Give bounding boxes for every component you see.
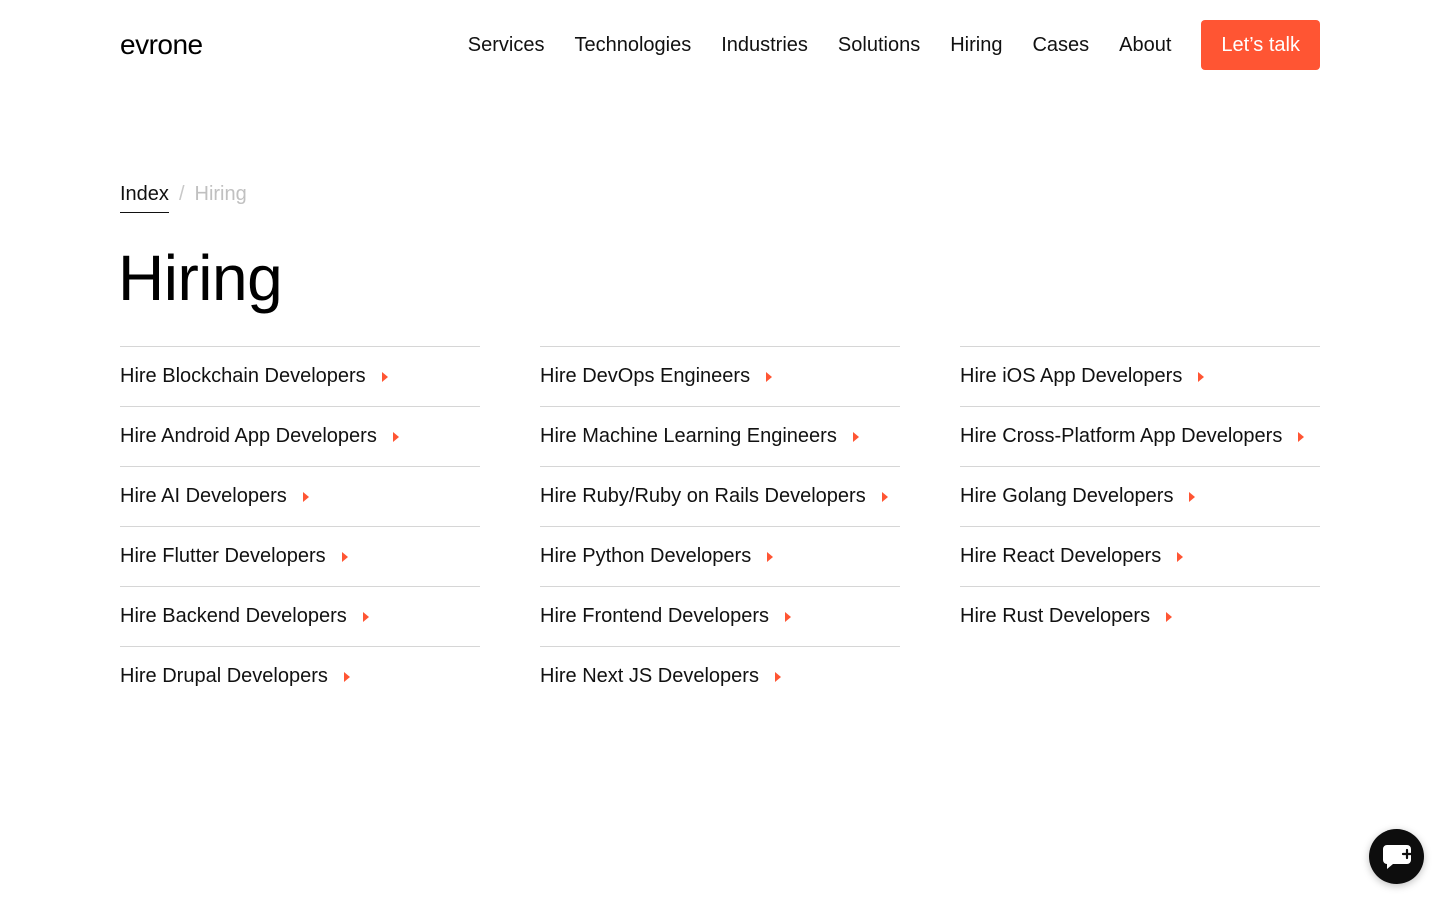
- caret-right-icon: [362, 611, 369, 622]
- hire-link-label: Hire Android App Developers: [120, 425, 377, 447]
- hire-link-item[interactable]: Hire Python Developers: [540, 526, 900, 586]
- caret-right-icon: [341, 551, 348, 562]
- caret-right-icon: [381, 371, 388, 382]
- caret-right-icon: [1189, 491, 1196, 502]
- hire-link-label: Hire Flutter Developers: [120, 545, 326, 567]
- chat-bubble-icon: [1382, 844, 1412, 869]
- logo[interactable]: evrone: [120, 31, 203, 59]
- hire-link-item[interactable]: Hire Flutter Developers: [120, 526, 480, 586]
- main-nav: Services Technologies Industries Solutio…: [468, 20, 1320, 70]
- hire-link-item[interactable]: Hire Blockchain Developers: [120, 346, 480, 406]
- nav-item-industries[interactable]: Industries: [721, 34, 808, 57]
- chat-widget-button[interactable]: [1369, 829, 1424, 884]
- hire-link-item[interactable]: Hire Next JS Developers: [540, 646, 900, 706]
- hire-link-item[interactable]: Hire Rust Developers: [960, 586, 1320, 646]
- caret-right-icon: [392, 431, 399, 442]
- caret-right-icon: [343, 671, 350, 682]
- hire-link-label: Hire Backend Developers: [120, 605, 347, 627]
- caret-right-icon: [302, 491, 309, 502]
- nav-item-solutions[interactable]: Solutions: [838, 34, 920, 57]
- hire-link-item[interactable]: Hire Android App Developers: [120, 406, 480, 466]
- nav-item-services[interactable]: Services: [468, 34, 545, 57]
- hire-link-item[interactable]: Hire AI Developers: [120, 466, 480, 526]
- breadcrumb-index-link[interactable]: Index: [120, 182, 169, 213]
- hire-link-item[interactable]: Hire React Developers: [960, 526, 1320, 586]
- nav-item-technologies[interactable]: Technologies: [574, 34, 691, 57]
- hire-link-label: Hire Next JS Developers: [540, 665, 759, 687]
- caret-right-icon: [852, 431, 859, 442]
- hire-link-item[interactable]: Hire Cross-Platform App Developers: [960, 406, 1320, 466]
- hire-link-item[interactable]: Hire iOS App Developers: [960, 346, 1320, 406]
- hire-link-label: Hire React Developers: [960, 545, 1162, 567]
- hire-link-label: Hire Golang Developers: [960, 485, 1174, 507]
- caret-right-icon: [767, 551, 774, 562]
- breadcrumb: Index / Hiring: [120, 182, 247, 213]
- hire-link-item[interactable]: Hire Backend Developers: [120, 586, 480, 646]
- caret-right-icon: [1198, 371, 1205, 382]
- caret-right-icon: [766, 371, 773, 382]
- nav-item-cases[interactable]: Cases: [1032, 34, 1089, 57]
- site-header: evrone Services Technologies Industries …: [120, 20, 1320, 70]
- hire-link-label: Hire Rust Developers: [960, 605, 1151, 627]
- caret-right-icon: [881, 491, 888, 502]
- hire-link-label: Hire iOS App Developers: [960, 365, 1183, 387]
- hire-link-label: Hire Python Developers: [540, 545, 752, 567]
- hire-link-item[interactable]: Hire Ruby/Ruby on Rails Developers: [540, 466, 900, 526]
- caret-right-icon: [1177, 551, 1184, 562]
- caret-right-icon: [774, 671, 781, 682]
- hire-link-label: Hire Cross-Platform App Developers: [960, 425, 1283, 447]
- caret-right-icon: [1298, 431, 1305, 442]
- links-column-2: Hire DevOps Engineers Hire Machine Learn…: [540, 346, 900, 706]
- hire-link-item[interactable]: Hire Machine Learning Engineers: [540, 406, 900, 466]
- hire-link-item[interactable]: Hire DevOps Engineers: [540, 346, 900, 406]
- caret-right-icon: [785, 611, 791, 622]
- hire-link-item[interactable]: Hire Drupal Developers: [120, 646, 480, 706]
- hire-link-item[interactable]: Hire Golang Developers: [960, 466, 1320, 526]
- breadcrumb-current: Hiring: [194, 183, 247, 205]
- nav-item-hiring[interactable]: Hiring: [950, 34, 1002, 57]
- hire-link-item[interactable]: Hire Frontend Developers: [540, 586, 900, 646]
- caret-right-icon: [1166, 611, 1173, 622]
- hire-link-label: Hire AI Developers: [120, 485, 287, 507]
- hire-link-label: Hire Frontend Developers: [540, 605, 769, 627]
- hire-link-label: Hire Blockchain Developers: [120, 365, 366, 387]
- links-column-3: Hire iOS App Developers Hire Cross-Platf…: [960, 346, 1320, 706]
- hire-link-label: Hire DevOps Engineers: [540, 365, 751, 387]
- lets-talk-button[interactable]: Let’s talk: [1201, 20, 1320, 70]
- hire-link-label: Hire Ruby/Ruby on Rails Developers: [540, 485, 866, 507]
- links-column-1: Hire Blockchain Developers Hire Android …: [120, 346, 480, 706]
- page-title: Hiring: [118, 242, 283, 314]
- breadcrumb-separator: /: [178, 183, 185, 205]
- hiring-links-grid: Hire Blockchain Developers Hire Android …: [120, 346, 1320, 706]
- hire-link-label: Hire Machine Learning Engineers: [540, 425, 837, 447]
- hire-link-label: Hire Drupal Developers: [120, 665, 328, 687]
- nav-item-about[interactable]: About: [1119, 34, 1171, 57]
